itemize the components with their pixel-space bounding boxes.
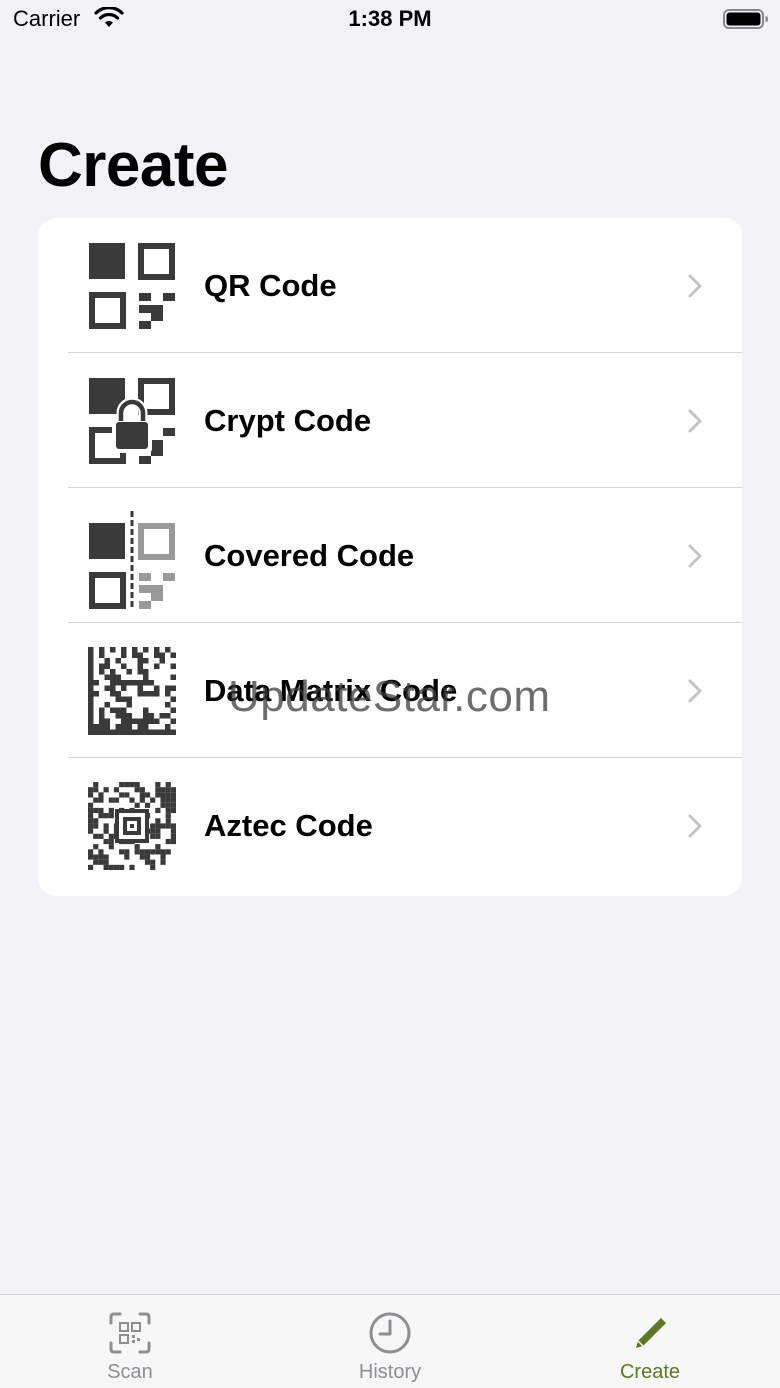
list-item-label: Aztec Code: [204, 808, 373, 843]
watermark: UpdateStar.com: [228, 672, 551, 721]
chevron-right-icon: [688, 409, 702, 433]
aztec-code-icon: [88, 782, 176, 870]
list-item-label: QR Code: [204, 268, 337, 303]
data-matrix-code-icon: [88, 647, 176, 735]
qr-code-icon: [89, 243, 175, 329]
pencil-icon: [636, 1318, 666, 1348]
chevron-right-icon: [688, 814, 702, 838]
page-title: Create: [38, 131, 229, 200]
list-item-label: Crypt Code: [204, 403, 372, 438]
tab-create[interactable]: Create: [570, 1295, 730, 1388]
status-bar: Carrier 1:38 PM: [0, 0, 780, 40]
chevron-right-icon: [688, 274, 702, 298]
clock-icon: [369, 1312, 411, 1354]
status-time: 1:38 PM: [348, 6, 432, 31]
list-item-label: Covered Code: [204, 538, 415, 573]
chevron-right-icon: [688, 679, 702, 703]
chevron-right-icon: [688, 544, 702, 568]
list-item-qr-code[interactable]: QR Code: [38, 218, 742, 353]
crypt-code-icon: [89, 378, 175, 464]
list-item-aztec-code[interactable]: Aztec Code: [38, 758, 742, 893]
tab-history[interactable]: History: [310, 1295, 470, 1388]
create-options-list: QR Code Crypt Code Covered Code Data Mat…: [38, 218, 742, 896]
tab-label: Create: [619, 1361, 681, 1383]
scan-icon: [109, 1312, 151, 1354]
covered-code-icon: [89, 511, 175, 610]
list-item-covered-code[interactable]: Covered Code: [38, 488, 742, 623]
tab-bar: Scan History Create: [0, 1294, 780, 1388]
tab-label: Scan: [107, 1361, 153, 1383]
battery-icon: [723, 9, 768, 29]
tab-scan[interactable]: Scan: [50, 1295, 210, 1388]
tab-label: History: [358, 1361, 422, 1383]
list-item-crypt-code[interactable]: Crypt Code: [38, 353, 742, 488]
